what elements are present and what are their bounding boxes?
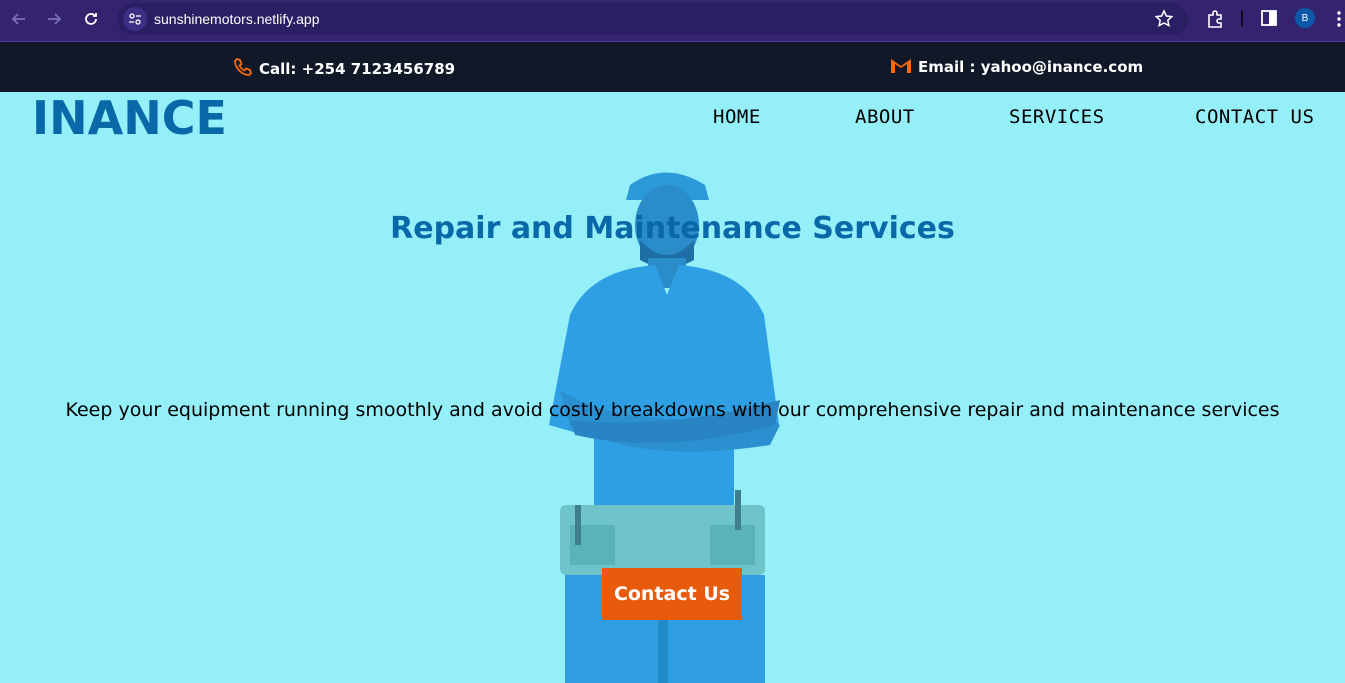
nav-about[interactable]: ABOUT: [855, 106, 915, 128]
email-contact[interactable]: Email : yahoo@inance.com: [890, 57, 1143, 77]
side-panel-icon[interactable]: [1260, 9, 1280, 29]
bookmark-star-icon[interactable]: [1154, 9, 1174, 29]
profile-avatar[interactable]: B: [1295, 8, 1315, 28]
toolbar-divider: [1241, 10, 1243, 26]
nav-services[interactable]: SERVICES: [1009, 106, 1105, 128]
more-options-icon[interactable]: [1334, 9, 1344, 29]
forward-arrow-icon[interactable]: [42, 7, 66, 31]
email-label: Email : yahoo@inance.com: [918, 58, 1144, 76]
hero-title: Repair and Maintenance Services: [390, 211, 955, 246]
extensions-icon[interactable]: [1206, 9, 1226, 29]
nav-contact-us[interactable]: CONTACT US: [1195, 106, 1314, 128]
site-settings-icon[interactable]: [123, 7, 147, 31]
site-logo[interactable]: INANCE: [32, 91, 227, 145]
phone-icon: [233, 57, 259, 81]
top-info-bar: Call: +254 7123456789 Email : yahoo@inan…: [0, 42, 1345, 92]
phone-contact[interactable]: Call: +254 7123456789: [233, 57, 455, 81]
gmail-icon: [890, 57, 918, 77]
back-arrow-icon[interactable]: [7, 7, 31, 31]
reload-icon[interactable]: [79, 7, 103, 31]
contact-us-button[interactable]: Contact Us: [602, 568, 742, 620]
phone-label: Call: +254 7123456789: [259, 60, 456, 78]
browser-toolbar: sunshinemotors.netlify.app B: [0, 0, 1345, 42]
url-text[interactable]: sunshinemotors.netlify.app: [154, 11, 320, 27]
address-bar[interactable]: sunshinemotors.netlify.app: [117, 3, 1188, 35]
hero-description: Keep your equipment running smoothly and…: [65, 399, 1280, 421]
nav-home[interactable]: HOME: [713, 106, 761, 128]
